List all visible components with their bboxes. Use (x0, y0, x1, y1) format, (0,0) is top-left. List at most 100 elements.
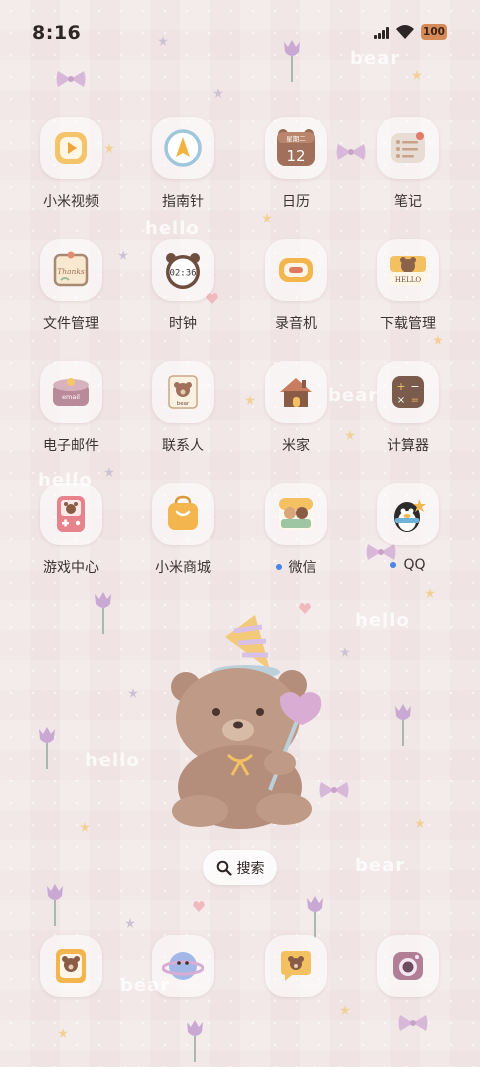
compass-icon (152, 117, 214, 179)
svg-text:+: + (396, 380, 405, 393)
calendar-weekday: 星期二 (286, 135, 306, 143)
app-label: 笔记 (394, 194, 422, 210)
app-label: 计算器 (387, 438, 429, 454)
app-label: QQ (390, 557, 426, 573)
tulip-decoration-icon (307, 896, 323, 938)
dock-app-browser[interactable] (133, 935, 233, 997)
star-decoration-icon (213, 88, 223, 98)
app-label: 日历 (282, 194, 310, 210)
qq-icon (377, 483, 439, 545)
app-label: 时钟 (169, 316, 197, 332)
new-notification-dot (275, 564, 282, 570)
app-label: 下载管理 (380, 316, 436, 332)
status-time: 8:16 (32, 22, 82, 44)
game-center-icon (40, 483, 102, 545)
recorder-icon (265, 239, 327, 301)
wallpaper-text: hello (85, 750, 140, 771)
app-label: 微信 (275, 557, 317, 577)
file-manager-icon: Thanks (40, 239, 102, 301)
star-decoration-icon (128, 688, 138, 698)
app-mi-video[interactable]: 小米视频 (21, 117, 121, 217)
tulip-decoration-icon (395, 704, 411, 746)
clock-icon: 02:36 (152, 239, 214, 301)
heart-decoration-icon (193, 901, 205, 912)
app-download-manager[interactable]: HELLO 下载管理 (358, 239, 458, 339)
star-decoration-icon (415, 818, 425, 828)
tulip-decoration-icon (95, 592, 111, 634)
app-clock[interactable]: 02:36 时钟 (133, 239, 233, 339)
browser-planet-icon (152, 935, 214, 997)
app-label-text: 微信 (288, 560, 317, 576)
star-decoration-icon (345, 430, 355, 440)
star-decoration-icon (412, 70, 422, 80)
app-calendar[interactable]: 星期二 12 日历 (246, 117, 346, 217)
cellular-signal-icon (374, 25, 389, 39)
app-label: 电子邮件 (43, 438, 99, 454)
app-label: 指南针 (162, 194, 204, 210)
messages-bear-icon (265, 935, 327, 997)
dock-app-gallery[interactable] (21, 935, 121, 997)
app-label: 米家 (282, 438, 310, 454)
wallpaper-text: hello (145, 218, 200, 239)
star-decoration-icon (425, 588, 435, 598)
tulip-decoration-icon (39, 727, 55, 769)
notes-icon (377, 117, 439, 179)
app-label: 联系人 (162, 438, 204, 454)
heart-decoration-icon (299, 603, 311, 614)
dock-app-camera[interactable] (358, 935, 458, 997)
wechat-icon (265, 483, 327, 545)
app-notes[interactable]: 笔记 (358, 117, 458, 217)
dock-app-messages[interactable] (246, 935, 346, 997)
app-compass[interactable]: 指南针 (133, 117, 233, 217)
bow-decoration-icon (398, 1015, 428, 1031)
app-label: 小米商城 (155, 560, 211, 576)
new-notification-dot (390, 562, 397, 568)
star-decoration-icon (125, 918, 135, 928)
app-wechat[interactable]: 微信 (246, 483, 346, 583)
search-label: 搜索 (236, 860, 265, 877)
app-label: 文件管理 (43, 316, 99, 332)
app-label: 录音机 (275, 316, 317, 332)
app-mi-home[interactable]: 米家 (246, 361, 346, 461)
app-file-manager[interactable]: Thanks 文件管理 (21, 239, 121, 339)
search-button[interactable]: 搜索 (203, 850, 277, 885)
bow-decoration-icon (56, 71, 86, 87)
app-calculator[interactable]: + − × = 计算器 (358, 361, 458, 461)
app-label-text: QQ (403, 557, 426, 573)
video-player-icon (40, 117, 102, 179)
app-email[interactable]: email 电子邮件 (21, 361, 121, 461)
star-decoration-icon (340, 1005, 350, 1015)
download-manager-text: HELLO (395, 276, 422, 284)
star-decoration-icon (104, 467, 114, 477)
wifi-icon (396, 25, 414, 39)
mi-store-icon (152, 483, 214, 545)
svg-text:−: − (410, 380, 419, 393)
app-game-center[interactable]: 游戏中心 (21, 483, 121, 583)
app-label: 游戏中心 (43, 560, 99, 576)
wallpaper-text: bear (355, 855, 406, 876)
star-decoration-icon (80, 822, 90, 832)
star-decoration-icon (340, 647, 350, 657)
clock-time: 02:36 (169, 269, 196, 279)
app-recorder[interactable]: 录音机 (246, 239, 346, 339)
email-text: email (62, 393, 80, 401)
wallpaper-text: hello (355, 610, 410, 631)
calculator-icon: + − × = (377, 361, 439, 423)
file-manager-text: Thanks (57, 267, 85, 276)
dock-bear-photo-icon (40, 935, 102, 997)
mi-home-icon (265, 361, 327, 423)
status-bar: 8:16 100 (0, 0, 480, 68)
calendar-icon: 星期二 12 (265, 117, 327, 179)
app-qq[interactable]: QQ (358, 483, 458, 583)
status-icons: 100 (374, 24, 447, 40)
svg-text:=: = (411, 395, 419, 406)
calendar-day: 12 (286, 147, 305, 165)
contacts-icon: bear (152, 361, 214, 423)
tulip-decoration-icon (47, 884, 63, 926)
app-label: 小米视频 (43, 194, 99, 210)
bear-illustration-widget (171, 615, 322, 829)
email-icon: email (40, 361, 102, 423)
app-contacts[interactable]: bear 联系人 (133, 361, 233, 461)
app-mi-store[interactable]: 小米商城 (133, 483, 233, 583)
star-decoration-icon (58, 1028, 68, 1038)
